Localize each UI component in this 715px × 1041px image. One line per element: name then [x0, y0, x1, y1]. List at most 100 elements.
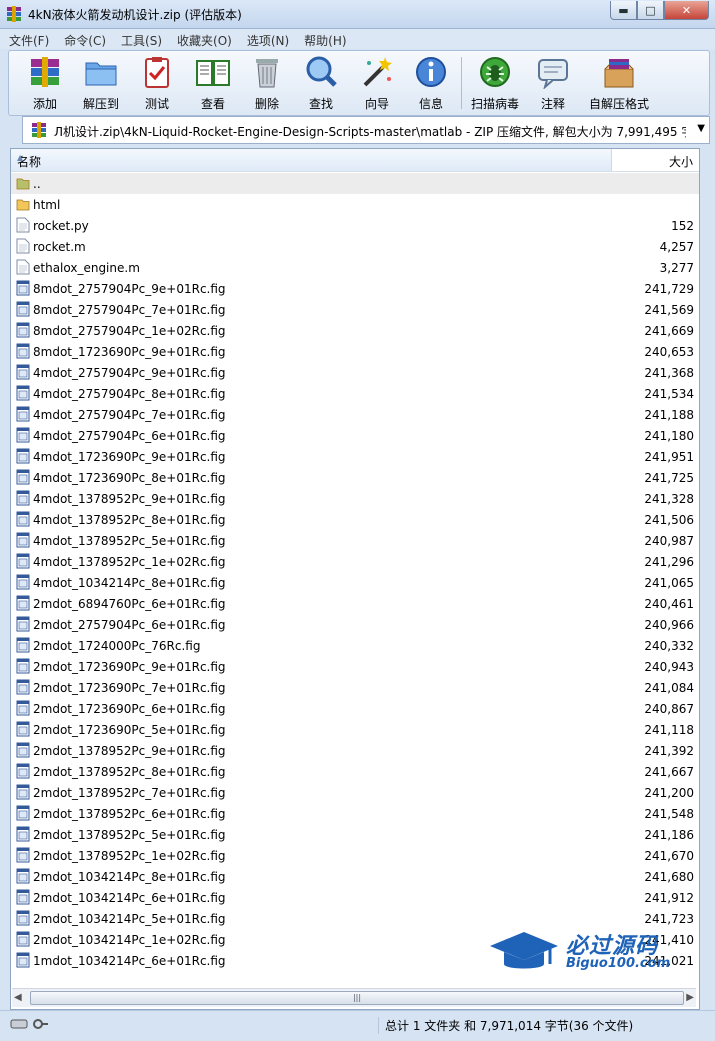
file-size: 241,725 [644, 471, 694, 485]
file-size: 241,534 [644, 387, 694, 401]
find-label: 查找 [308, 97, 333, 111]
fig-file-icon [16, 700, 30, 716]
table-row[interactable]: rocket.py 152 [11, 215, 699, 236]
file-size: 241,188 [644, 408, 694, 422]
scroll-left-icon[interactable]: ◀ [14, 992, 22, 1003]
watermark: 必过源码 Biguo100.com [488, 928, 698, 978]
file-name: 2mdot_1034214Pc_5e+01Rc.fig [33, 912, 226, 926]
size-column-header[interactable]: 大小 [612, 149, 699, 171]
file-name: 2mdot_1378952Pc_5e+01Rc.fig [33, 828, 226, 842]
table-row[interactable]: 8mdot_2757904Pc_9e+01Rc.fig 241,729 [11, 278, 699, 299]
file-size: 240,943 [644, 660, 694, 674]
file-name: 4mdot_2757904Pc_7e+01Rc.fig [33, 408, 226, 422]
title-bar[interactable]: 4kN液体火箭发动机设计.zip (评估版本) ▬ □ ✕ [0, 0, 715, 29]
table-row[interactable]: 2mdot_1724000Pc_76Rc.fig 240,332 [11, 635, 699, 656]
parent-folder-icon [16, 178, 30, 190]
table-row[interactable]: 4mdot_2757904Pc_6e+01Rc.fig 241,180 [11, 425, 699, 446]
menu-tools[interactable]: 工具(S) [112, 29, 168, 49]
table-row[interactable]: 4mdot_1378952Pc_1e+02Rc.fig 241,296 [11, 551, 699, 572]
graduation-cap-logo [490, 932, 558, 969]
table-row[interactable]: rocket.m 4,257 [11, 236, 699, 257]
table-row[interactable]: 2mdot_1378952Pc_7e+01Rc.fig 241,200 [11, 782, 699, 803]
table-row[interactable]: 2mdot_1378952Pc_1e+02Rc.fig 241,670 [11, 845, 699, 866]
table-row[interactable]: 2mdot_2757904Pc_6e+01Rc.fig 240,966 [11, 614, 699, 635]
file-list[interactable]: 名称 ▲ 大小 .. html rocket.py 152 rocket.m 4,257 e… [10, 148, 700, 1010]
close-button[interactable]: ✕ [664, 1, 709, 20]
table-row[interactable]: ethalox_engine.m 3,277 [11, 257, 699, 278]
file-name: 4mdot_1723690Pc_8e+01Rc.fig [33, 471, 226, 485]
table-row[interactable]: 2mdot_1034214Pc_6e+01Rc.fig 241,912 [11, 887, 699, 908]
table-row[interactable]: 4mdot_1378952Pc_9e+01Rc.fig 241,328 [11, 488, 699, 509]
archive-icon [32, 122, 46, 138]
scrollbar-thumb[interactable]: ||| [30, 991, 684, 1005]
fig-file-icon [16, 847, 30, 863]
address-bar[interactable]: Л机设计.zip\4kN-Liquid-Rocket-Engine-Design… [22, 116, 710, 144]
table-row[interactable]: 2mdot_1034214Pc_8e+01Rc.fig 241,680 [11, 866, 699, 887]
table-row[interactable]: 2mdot_1723690Pc_6e+01Rc.fig 240,867 [11, 698, 699, 719]
minimize-button[interactable]: ▬ [610, 1, 637, 20]
table-row[interactable]: 4mdot_1723690Pc_9e+01Rc.fig 241,951 [11, 446, 699, 467]
info-button[interactable]: 信息 [403, 55, 459, 112]
file-name: 4mdot_1378952Pc_5e+01Rc.fig [33, 534, 226, 548]
menu-bar: 文件(F) 命令(C) 工具(S) 收藏夹(O) 选项(N) 帮助(H) [0, 29, 715, 49]
menu-file[interactable]: 文件(F) [0, 29, 55, 49]
table-row[interactable]: 2mdot_1378952Pc_9e+01Rc.fig 241,392 [11, 740, 699, 761]
horizontal-scrollbar[interactable]: ◀ ||| ▶ [12, 988, 696, 1007]
table-row[interactable]: 8mdot_2757904Pc_7e+01Rc.fig 241,569 [11, 299, 699, 320]
table-row[interactable]: 2mdot_6894760Pc_6e+01Rc.fig 240,461 [11, 593, 699, 614]
file-name: 4mdot_2757904Pc_9e+01Rc.fig [33, 366, 226, 380]
table-row[interactable]: 2mdot_1034214Pc_5e+01Rc.fig 241,723 [11, 908, 699, 929]
magnifier-icon [306, 56, 337, 87]
table-row[interactable]: 4mdot_2757904Pc_9e+01Rc.fig 241,368 [11, 362, 699, 383]
file-name: 2mdot_1378952Pc_8e+01Rc.fig [33, 765, 226, 779]
table-row[interactable]: 4mdot_1723690Pc_8e+01Rc.fig 241,725 [11, 467, 699, 488]
maximize-button[interactable]: □ [637, 1, 664, 20]
table-row[interactable]: 8mdot_2757904Pc_1e+02Rc.fig 241,669 [11, 320, 699, 341]
name-column-header[interactable]: 名称 ▲ [11, 149, 612, 171]
virus-scan-icon [480, 57, 510, 87]
sfx-box-icon [604, 59, 634, 88]
sfx-button[interactable]: 自解压格式 [587, 55, 651, 112]
file-size: 241,680 [644, 870, 694, 884]
watermark-url: Biguo100.com [566, 956, 671, 971]
file-size: 241,569 [644, 303, 694, 317]
fig-file-icon [16, 574, 30, 590]
menu-commands[interactable]: 命令(C) [55, 29, 112, 49]
table-row[interactable]: 4mdot_1378952Pc_8e+01Rc.fig 241,506 [11, 509, 699, 530]
add-button[interactable]: 添加 [17, 55, 73, 112]
delete-label: 删除 [254, 97, 279, 111]
table-row[interactable]: html [11, 194, 699, 215]
menu-help[interactable]: 帮助(H) [295, 29, 352, 49]
table-row[interactable]: 2mdot_1378952Pc_5e+01Rc.fig 241,186 [11, 824, 699, 845]
table-row[interactable]: 2mdot_1378952Pc_6e+01Rc.fig 241,548 [11, 803, 699, 824]
extract-to-button[interactable]: 解压到 [73, 55, 129, 112]
table-row[interactable]: 8mdot_1723690Pc_9e+01Rc.fig 240,653 [11, 341, 699, 362]
virus-scan-button[interactable]: 扫描病毒 [467, 55, 523, 112]
table-row[interactable]: 4mdot_2757904Pc_7e+01Rc.fig 241,188 [11, 404, 699, 425]
table-row[interactable]: 4mdot_2757904Pc_8e+01Rc.fig 241,534 [11, 383, 699, 404]
fig-file-icon [16, 637, 30, 653]
table-row[interactable]: 4mdot_1034214Pc_8e+01Rc.fig 241,065 [11, 572, 699, 593]
file-name: 2mdot_1723690Pc_5e+01Rc.fig [33, 723, 226, 737]
wizard-wand-icon [363, 57, 392, 87]
test-button[interactable]: 测试 [129, 55, 185, 112]
table-row[interactable]: 4mdot_1378952Pc_5e+01Rc.fig 240,987 [11, 530, 699, 551]
file-name: .. [33, 177, 41, 191]
table-row[interactable]: 2mdot_1723690Pc_9e+01Rc.fig 240,943 [11, 656, 699, 677]
table-row[interactable]: 2mdot_1378952Pc_8e+01Rc.fig 241,667 [11, 761, 699, 782]
toolbar-separator [461, 57, 462, 109]
view-button[interactable]: 查看 [185, 55, 241, 112]
table-row[interactable]: 2mdot_1723690Pc_5e+01Rc.fig 241,118 [11, 719, 699, 740]
find-button[interactable]: 查找 [293, 55, 349, 112]
scroll-right-icon[interactable]: ▶ [686, 992, 694, 1003]
parent-folder-row[interactable]: .. [11, 173, 699, 194]
delete-button[interactable]: 删除 [239, 55, 295, 112]
wizard-button[interactable]: 向导 [349, 55, 405, 112]
table-row[interactable]: 2mdot_1723690Pc_7e+01Rc.fig 241,084 [11, 677, 699, 698]
comment-button[interactable]: 注释 [525, 55, 581, 112]
file-size: 241,328 [644, 492, 694, 506]
menu-favorites[interactable]: 收藏夹(O) [168, 29, 238, 49]
file-name: 2mdot_1034214Pc_8e+01Rc.fig [33, 870, 226, 884]
menu-options[interactable]: 选项(N) [238, 29, 295, 49]
chevron-down-icon[interactable]: ▼ [697, 123, 705, 134]
